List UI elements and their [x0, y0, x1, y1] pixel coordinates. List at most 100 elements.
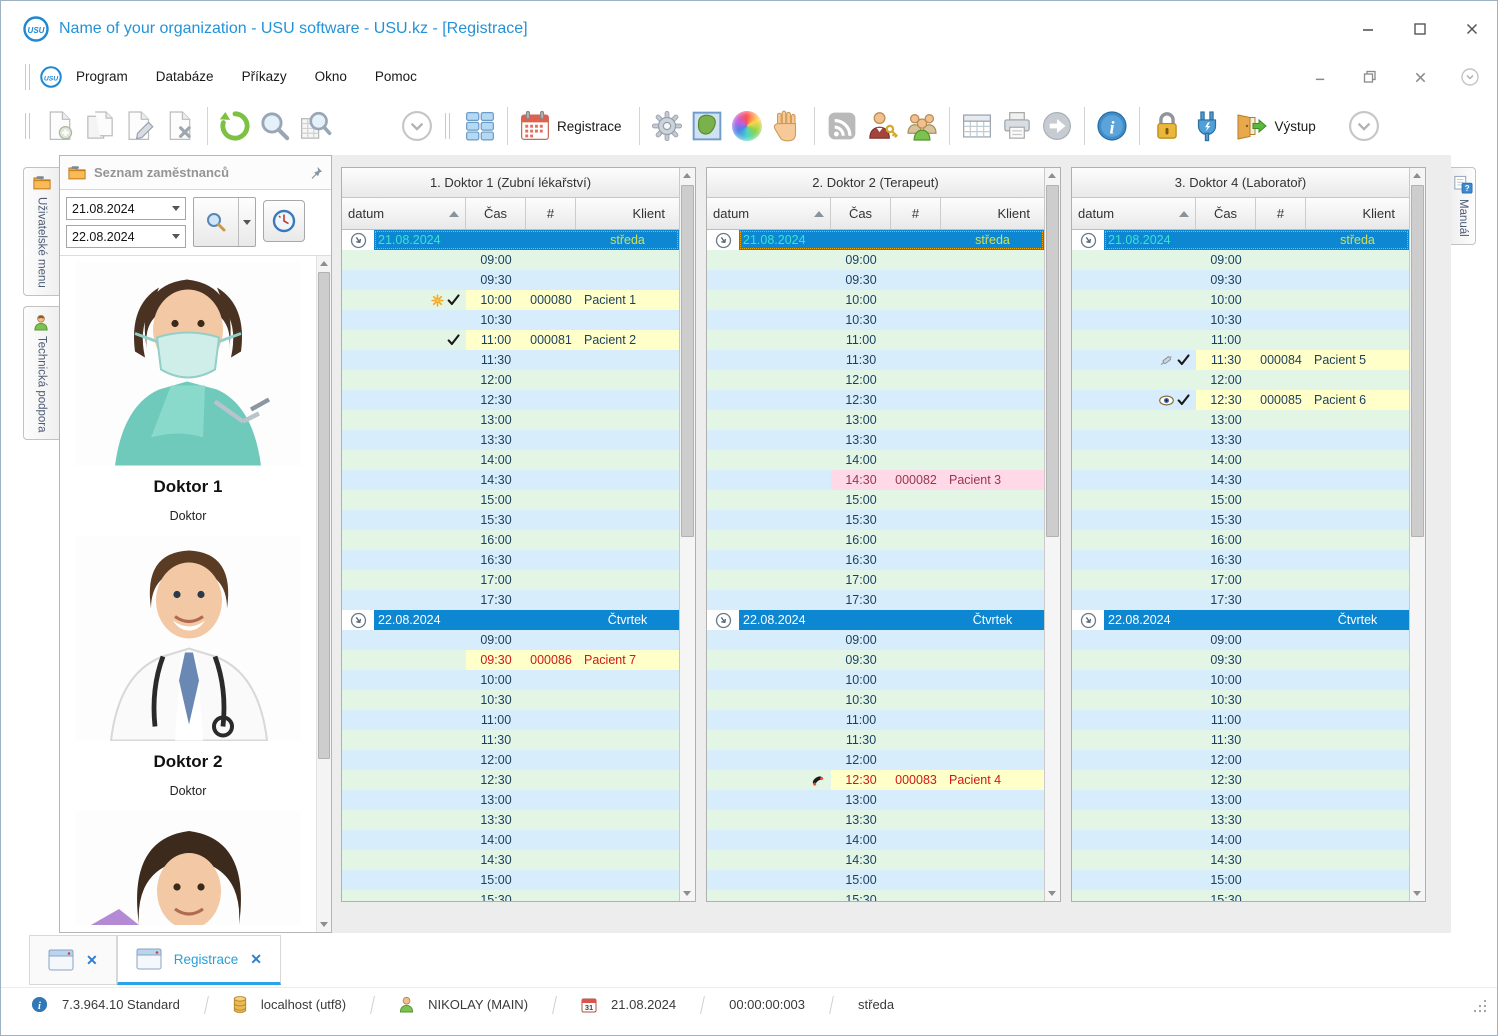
empty-slot[interactable]: 17:00	[831, 570, 1044, 590]
registrace-calendar-icon[interactable]	[515, 105, 555, 147]
schedule-slot-row[interactable]: 15:00	[342, 870, 679, 890]
refresh-icon[interactable]	[215, 105, 255, 147]
empty-slot[interactable]: 12:30	[466, 390, 679, 410]
empty-slot[interactable]: 16:00	[1196, 530, 1409, 550]
pin-icon[interactable]	[310, 166, 323, 179]
empty-slot[interactable]: 11:00	[831, 710, 1044, 730]
schedule-slot-row[interactable]: 13:00	[707, 410, 1044, 430]
schedule-slot-row[interactable]: 12:30	[1072, 770, 1409, 790]
schedule-slot-row[interactable]: 13:00	[707, 790, 1044, 810]
search-advanced-icon[interactable]	[295, 105, 335, 147]
schedule-slot-row[interactable]: 13:00	[342, 790, 679, 810]
schedule-slot-row[interactable]: 13:30	[1072, 810, 1409, 830]
map-icon[interactable]	[687, 105, 727, 147]
empty-slot[interactable]: 11:30	[1196, 730, 1409, 750]
appointment[interactable]: 12:30 000085 Pacient 6	[1196, 390, 1409, 410]
info-icon[interactable]: i	[1092, 105, 1132, 147]
schedule-slot-row[interactable]: 14:00	[1072, 830, 1409, 850]
search-icon[interactable]	[194, 198, 238, 246]
schedule-slot-row[interactable]: 17:00	[1072, 570, 1409, 590]
toolbar-grip[interactable]	[25, 64, 30, 90]
schedule-slot-row[interactable]: 10:00	[342, 670, 679, 690]
plugin-icon[interactable]	[1187, 105, 1227, 147]
menu-overflow-icon[interactable]	[1459, 66, 1481, 88]
schedule-slot-row[interactable]: 14:30 000082 Pacient 3	[707, 470, 1044, 490]
empty-slot[interactable]: 09:30	[1196, 650, 1409, 670]
schedule-slot-row[interactable]: 15:00	[707, 490, 1044, 510]
schedule-slot-row[interactable]: 14:30	[1072, 850, 1409, 870]
manual-tab[interactable]: ? Manuál	[1451, 167, 1476, 245]
schedule-slot-row[interactable]: 09:30	[1072, 270, 1409, 290]
empty-slot[interactable]: 09:30	[1196, 270, 1409, 290]
schedule-slot-row[interactable]: 17:00	[707, 570, 1044, 590]
empty-slot[interactable]: 10:00	[1196, 670, 1409, 690]
empty-slot[interactable]: 12:30	[831, 390, 1044, 410]
schedule-slot-row[interactable]: 15:30	[342, 890, 679, 901]
empty-slot[interactable]: 15:00	[831, 490, 1044, 510]
document-tab-0[interactable]: ✕	[29, 935, 117, 985]
schedule-slot-row[interactable]: 10:30	[707, 690, 1044, 710]
exit-door-icon[interactable]	[1227, 105, 1273, 147]
close-tab-icon[interactable]: ✕	[86, 952, 98, 969]
employees-scrollbar[interactable]	[316, 256, 331, 932]
schedule-slot-row[interactable]: 16:30	[707, 550, 1044, 570]
empty-slot[interactable]: 10:00	[831, 670, 1044, 690]
empty-slot[interactable]: 09:00	[1196, 250, 1409, 270]
schedule-slot-row[interactable]: 16:00	[1072, 530, 1409, 550]
schedule-slot-row[interactable]: 11:00 000081 Pacient 2	[342, 330, 679, 350]
go-arrow-icon[interactable]	[1037, 105, 1077, 147]
schedule-slot-row[interactable]: 17:30	[342, 590, 679, 610]
schedule-slot-row[interactable]: 12:00	[1072, 750, 1409, 770]
schedule-slot-row[interactable]: 09:00	[1072, 630, 1409, 650]
resize-grip[interactable]	[1473, 999, 1487, 1013]
empty-slot[interactable]: 13:00	[1196, 410, 1409, 430]
side-tab-1[interactable]: Technická podpora	[23, 306, 59, 441]
schedule-slot-row[interactable]: 13:00	[342, 410, 679, 430]
date-to-select[interactable]: 22.08.2024	[66, 225, 186, 248]
schedule-slot-row[interactable]: 14:00	[1072, 450, 1409, 470]
appointment[interactable]: 14:30 000082 Pacient 3	[831, 470, 1044, 490]
delete-record-icon[interactable]	[160, 105, 200, 147]
header-klient[interactable]: Klient	[941, 198, 1044, 229]
empty-slot[interactable]: 15:00	[466, 870, 679, 890]
schedule-slot-row[interactable]: 10:00	[707, 670, 1044, 690]
side-tab-0[interactable]: Uživatelské menu	[23, 167, 59, 296]
schedule-slot-row[interactable]: 10:30	[707, 310, 1044, 330]
empty-slot[interactable]: 11:30	[466, 350, 679, 370]
empty-slot[interactable]: 14:30	[831, 850, 1044, 870]
schedule-slot-row[interactable]: 12:00	[707, 370, 1044, 390]
settings-gear-icon[interactable]	[647, 105, 687, 147]
empty-slot[interactable]: 12:00	[831, 750, 1044, 770]
empty-slot[interactable]: 17:00	[466, 570, 679, 590]
schedule-slot-row[interactable]: 16:00	[342, 530, 679, 550]
user-access-icon[interactable]	[862, 105, 902, 147]
vystup-toolbar-label[interactable]: Výstup	[1275, 119, 1316, 134]
doctor-card[interactable]: Doktor 2 Doktor	[75, 536, 301, 811]
empty-slot[interactable]: 12:00	[831, 370, 1044, 390]
schedule-slot-row[interactable]: 09:00	[707, 630, 1044, 650]
menu-item-okno[interactable]: Okno	[315, 69, 347, 84]
schedule-scrollbar[interactable]	[1409, 168, 1425, 901]
schedule-slot-row[interactable]: 13:30	[342, 810, 679, 830]
schedule-slot-row[interactable]: 13:30	[1072, 430, 1409, 450]
schedule-slot-row[interactable]: 10:30	[1072, 310, 1409, 330]
schedule-slot-row[interactable]: 16:30	[342, 550, 679, 570]
empty-slot[interactable]: 10:00	[831, 290, 1044, 310]
schedule-slot-row[interactable]: 15:30	[342, 510, 679, 530]
empty-slot[interactable]: 11:00	[466, 710, 679, 730]
schedule-slot-row[interactable]: 14:30	[1072, 470, 1409, 490]
schedule-slot-row[interactable]: 11:30	[1072, 730, 1409, 750]
empty-slot[interactable]: 10:00	[1196, 290, 1409, 310]
table-report-icon[interactable]	[957, 105, 997, 147]
header-klient[interactable]: Klient	[1306, 198, 1409, 229]
schedule-slot-row[interactable]: 16:00	[707, 530, 1044, 550]
empty-slot[interactable]: 11:00	[1196, 330, 1409, 350]
empty-slot[interactable]: 14:30	[1196, 850, 1409, 870]
empty-slot[interactable]: 13:30	[466, 810, 679, 830]
empty-slot[interactable]: 10:30	[1196, 690, 1409, 710]
search-options-arrow[interactable]	[238, 198, 255, 246]
schedule-slot-row[interactable]: 15:00	[1072, 870, 1409, 890]
header-datum[interactable]: datum	[707, 198, 831, 229]
empty-slot[interactable]: 17:30	[831, 590, 1044, 610]
print-icon[interactable]	[997, 105, 1037, 147]
